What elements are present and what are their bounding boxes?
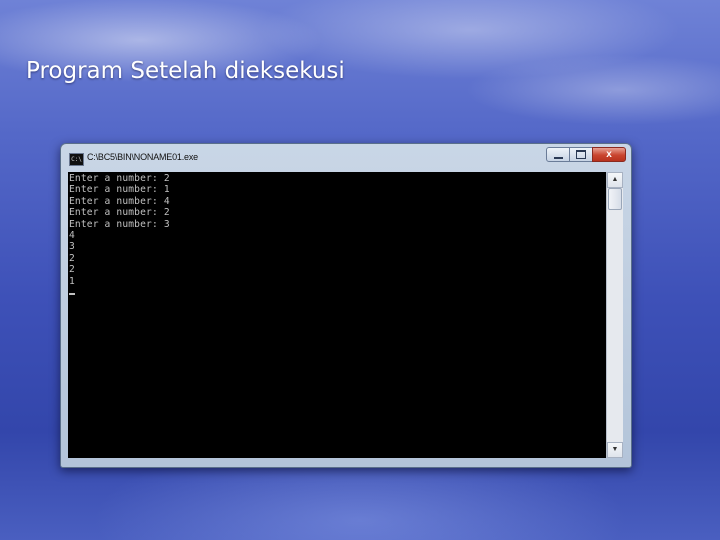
console-line: Enter a number: 2 (69, 207, 170, 219)
close-icon: x (606, 148, 612, 160)
arrow-up-icon: ▲ (611, 176, 619, 183)
scroll-thumb[interactable] (608, 188, 622, 210)
slide-title: Program Setelah dieksekusi (26, 58, 345, 84)
minimize-button[interactable] (546, 147, 570, 162)
console-line: 4 (69, 230, 75, 242)
maximize-button[interactable] (569, 147, 593, 162)
window-title: C:\BC5\BIN\NONAME01.exe (87, 152, 198, 162)
arrow-down-icon: ▼ (611, 446, 619, 453)
console-window: C:\ C:\BC5\BIN\NONAME01.exe x Enter a nu… (60, 143, 632, 468)
console-line: Enter a number: 1 (69, 184, 170, 196)
console-line: 1 (69, 275, 75, 287)
console-line: 3 (69, 241, 75, 253)
text-cursor (69, 293, 75, 296)
vertical-scrollbar[interactable]: ▲ ▼ (606, 172, 623, 458)
console-output[interactable]: Enter a number: 2 Enter a number: 1 Ente… (68, 172, 606, 458)
console-line: Enter a number: 4 (69, 195, 170, 207)
minimize-icon (553, 156, 563, 159)
close-button[interactable]: x (592, 147, 626, 162)
scroll-down-button[interactable]: ▼ (607, 442, 623, 458)
scroll-up-button[interactable]: ▲ (607, 172, 623, 188)
console-app-icon[interactable]: C:\ (69, 153, 84, 166)
console-line: 2 (69, 252, 75, 264)
console-line: Enter a number: 2 (69, 173, 170, 184)
maximize-icon (576, 150, 586, 159)
console-line: Enter a number: 3 (69, 218, 170, 230)
window-titlebar[interactable]: C:\ C:\BC5\BIN\NONAME01.exe x (61, 144, 631, 171)
console-line: 2 (69, 264, 75, 276)
